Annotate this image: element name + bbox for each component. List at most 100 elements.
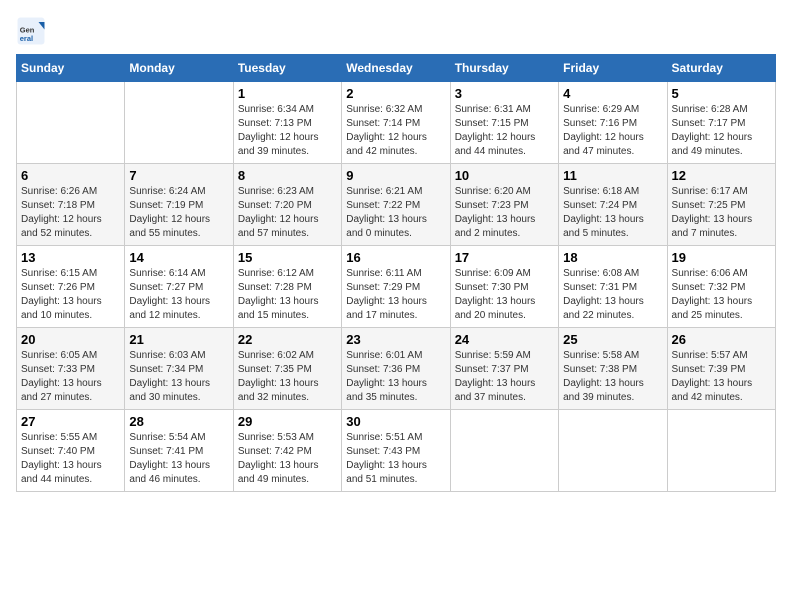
day-number: 19 — [672, 250, 771, 265]
day-detail: Sunrise: 6:32 AMSunset: 7:14 PMDaylight:… — [346, 103, 445, 159]
weekday-header: Thursday — [450, 55, 558, 82]
calendar-day-cell: 13 Sunrise: 6:15 AMSunset: 7:26 PMDayligh… — [17, 246, 125, 328]
day-number: 16 — [346, 250, 445, 265]
day-detail: Sunrise: 6:21 AMSunset: 7:22 PMDaylight:… — [346, 185, 445, 241]
day-number: 5 — [672, 86, 771, 101]
day-number: 11 — [563, 168, 662, 183]
day-number: 6 — [21, 168, 120, 183]
day-number: 15 — [238, 250, 337, 265]
weekday-header: Saturday — [667, 55, 775, 82]
day-number: 29 — [238, 414, 337, 429]
day-detail: Sunrise: 6:29 AMSunset: 7:16 PMDaylight:… — [563, 103, 662, 159]
day-detail: Sunrise: 6:03 AMSunset: 7:34 PMDaylight:… — [129, 349, 228, 405]
day-number: 13 — [21, 250, 120, 265]
calendar-day-cell: 5 Sunrise: 6:28 AMSunset: 7:17 PMDaylight… — [667, 82, 775, 164]
calendar-week-row: 1 Sunrise: 6:34 AMSunset: 7:13 PMDaylight… — [17, 82, 776, 164]
calendar-day-cell — [125, 82, 233, 164]
day-detail: Sunrise: 6:17 AMSunset: 7:25 PMDaylight:… — [672, 185, 771, 241]
day-number: 9 — [346, 168, 445, 183]
svg-text:eral: eral — [20, 34, 33, 43]
day-detail: Sunrise: 5:55 AMSunset: 7:40 PMDaylight:… — [21, 431, 120, 487]
day-number: 14 — [129, 250, 228, 265]
day-number: 24 — [455, 332, 554, 347]
calendar-day-cell: 3 Sunrise: 6:31 AMSunset: 7:15 PMDaylight… — [450, 82, 558, 164]
day-detail: Sunrise: 6:31 AMSunset: 7:15 PMDaylight:… — [455, 103, 554, 159]
day-number: 22 — [238, 332, 337, 347]
calendar-week-row: 27 Sunrise: 5:55 AMSunset: 7:40 PMDayligh… — [17, 410, 776, 492]
calendar-week-row: 20 Sunrise: 6:05 AMSunset: 7:33 PMDayligh… — [17, 328, 776, 410]
day-number: 23 — [346, 332, 445, 347]
weekday-header: Tuesday — [233, 55, 341, 82]
calendar-week-row: 6 Sunrise: 6:26 AMSunset: 7:18 PMDaylight… — [17, 164, 776, 246]
day-detail: Sunrise: 6:12 AMSunset: 7:28 PMDaylight:… — [238, 267, 337, 323]
weekday-header: Friday — [559, 55, 667, 82]
calendar-day-cell: 19Sunrise: 6:06 AMSunset: 7:32 PMDayligh… — [667, 246, 775, 328]
calendar-day-cell: 4 Sunrise: 6:29 AMSunset: 7:16 PMDaylight… — [559, 82, 667, 164]
calendar-day-cell — [450, 410, 558, 492]
calendar-day-cell: 16Sunrise: 6:11 AMSunset: 7:29 PMDayligh… — [342, 246, 450, 328]
calendar-day-cell: 15 Sunrise: 6:12 AMSunset: 7:28 PMDayligh… — [233, 246, 341, 328]
day-detail: Sunrise: 6:14 AMSunset: 7:27 PMDaylight:… — [129, 267, 228, 323]
calendar-day-cell: 14 Sunrise: 6:14 AMSunset: 7:27 PMDayligh… — [125, 246, 233, 328]
day-detail: Sunrise: 5:51 AMSunset: 7:43 PMDaylight:… — [346, 431, 445, 487]
calendar-day-cell: 22 Sunrise: 6:02 AMSunset: 7:35 PMDayligh… — [233, 328, 341, 410]
day-detail: Sunrise: 6:23 AMSunset: 7:20 PMDaylight:… — [238, 185, 337, 241]
day-detail: Sunrise: 6:34 AMSunset: 7:13 PMDaylight:… — [238, 103, 337, 159]
day-detail: Sunrise: 6:15 AMSunset: 7:26 PMDaylight:… — [21, 267, 120, 323]
calendar-day-cell: 11 Sunrise: 6:18 AMSunset: 7:24 PMDayligh… — [559, 164, 667, 246]
day-detail: Sunrise: 5:54 AMSunset: 7:41 PMDaylight:… — [129, 431, 228, 487]
weekday-header: Sunday — [17, 55, 125, 82]
calendar-day-cell: 23 Sunrise: 6:01 AMSunset: 7:36 PMDayligh… — [342, 328, 450, 410]
calendar-day-cell: 1 Sunrise: 6:34 AMSunset: 7:13 PMDaylight… — [233, 82, 341, 164]
day-number: 8 — [238, 168, 337, 183]
day-number: 20 — [21, 332, 120, 347]
day-number: 27 — [21, 414, 120, 429]
day-number: 21 — [129, 332, 228, 347]
day-number: 26 — [672, 332, 771, 347]
day-detail: Sunrise: 6:24 AMSunset: 7:19 PMDaylight:… — [129, 185, 228, 241]
calendar-day-cell: 12 Sunrise: 6:17 AMSunset: 7:25 PMDayligh… — [667, 164, 775, 246]
day-detail: Sunrise: 6:08 AMSunset: 7:31 PMDaylight:… — [563, 267, 662, 323]
calendar-week-row: 13 Sunrise: 6:15 AMSunset: 7:26 PMDayligh… — [17, 246, 776, 328]
day-number: 17 — [455, 250, 554, 265]
calendar-day-cell: 6 Sunrise: 6:26 AMSunset: 7:18 PMDaylight… — [17, 164, 125, 246]
calendar-table: SundayMondayTuesdayWednesdayThursdayFrid… — [16, 54, 776, 492]
page-header: Gen eral — [16, 16, 776, 46]
weekday-header-row: SundayMondayTuesdayWednesdayThursdayFrid… — [17, 55, 776, 82]
calendar-day-cell: 25Sunrise: 5:58 AMSunset: 7:38 PMDayligh… — [559, 328, 667, 410]
weekday-header: Wednesday — [342, 55, 450, 82]
day-number: 10 — [455, 168, 554, 183]
day-number: 12 — [672, 168, 771, 183]
calendar-day-cell — [17, 82, 125, 164]
calendar-day-cell: 20 Sunrise: 6:05 AMSunset: 7:33 PMDayligh… — [17, 328, 125, 410]
day-detail: Sunrise: 6:02 AMSunset: 7:35 PMDaylight:… — [238, 349, 337, 405]
day-number: 3 — [455, 86, 554, 101]
day-detail: Sunrise: 5:58 AMSunset: 7:38 PMDaylight:… — [563, 349, 662, 405]
day-detail: Sunrise: 6:18 AMSunset: 7:24 PMDaylight:… — [563, 185, 662, 241]
calendar-day-cell — [667, 410, 775, 492]
day-detail: Sunrise: 6:28 AMSunset: 7:17 PMDaylight:… — [672, 103, 771, 159]
calendar-day-cell: 21 Sunrise: 6:03 AMSunset: 7:34 PMDayligh… — [125, 328, 233, 410]
calendar-day-cell — [559, 410, 667, 492]
calendar-day-cell: 17 Sunrise: 6:09 AMSunset: 7:30 PMDayligh… — [450, 246, 558, 328]
calendar-day-cell: 28 Sunrise: 5:54 AMSunset: 7:41 PMDayligh… — [125, 410, 233, 492]
day-detail: Sunrise: 5:57 AMSunset: 7:39 PMDaylight:… — [672, 349, 771, 405]
day-detail: Sunrise: 6:26 AMSunset: 7:18 PMDaylight:… — [21, 185, 120, 241]
calendar-day-cell: 27 Sunrise: 5:55 AMSunset: 7:40 PMDayligh… — [17, 410, 125, 492]
day-number: 28 — [129, 414, 228, 429]
calendar-day-cell: 24Sunrise: 5:59 AMSunset: 7:37 PMDayligh… — [450, 328, 558, 410]
day-number: 30 — [346, 414, 445, 429]
day-detail: Sunrise: 6:20 AMSunset: 7:23 PMDaylight:… — [455, 185, 554, 241]
calendar-day-cell: 7Sunrise: 6:24 AMSunset: 7:19 PMDaylight… — [125, 164, 233, 246]
day-number: 4 — [563, 86, 662, 101]
logo-icon: Gen eral — [16, 16, 46, 46]
calendar-day-cell: 30 Sunrise: 5:51 AMSunset: 7:43 PMDayligh… — [342, 410, 450, 492]
day-detail: Sunrise: 6:01 AMSunset: 7:36 PMDaylight:… — [346, 349, 445, 405]
day-detail: Sunrise: 6:09 AMSunset: 7:30 PMDaylight:… — [455, 267, 554, 323]
day-detail: Sunrise: 6:05 AMSunset: 7:33 PMDaylight:… — [21, 349, 120, 405]
calendar-day-cell: 26 Sunrise: 5:57 AMSunset: 7:39 PMDayligh… — [667, 328, 775, 410]
day-detail: Sunrise: 5:53 AMSunset: 7:42 PMDaylight:… — [238, 431, 337, 487]
day-number: 18 — [563, 250, 662, 265]
calendar-day-cell: 10 Sunrise: 6:20 AMSunset: 7:23 PMDayligh… — [450, 164, 558, 246]
day-number: 1 — [238, 86, 337, 101]
